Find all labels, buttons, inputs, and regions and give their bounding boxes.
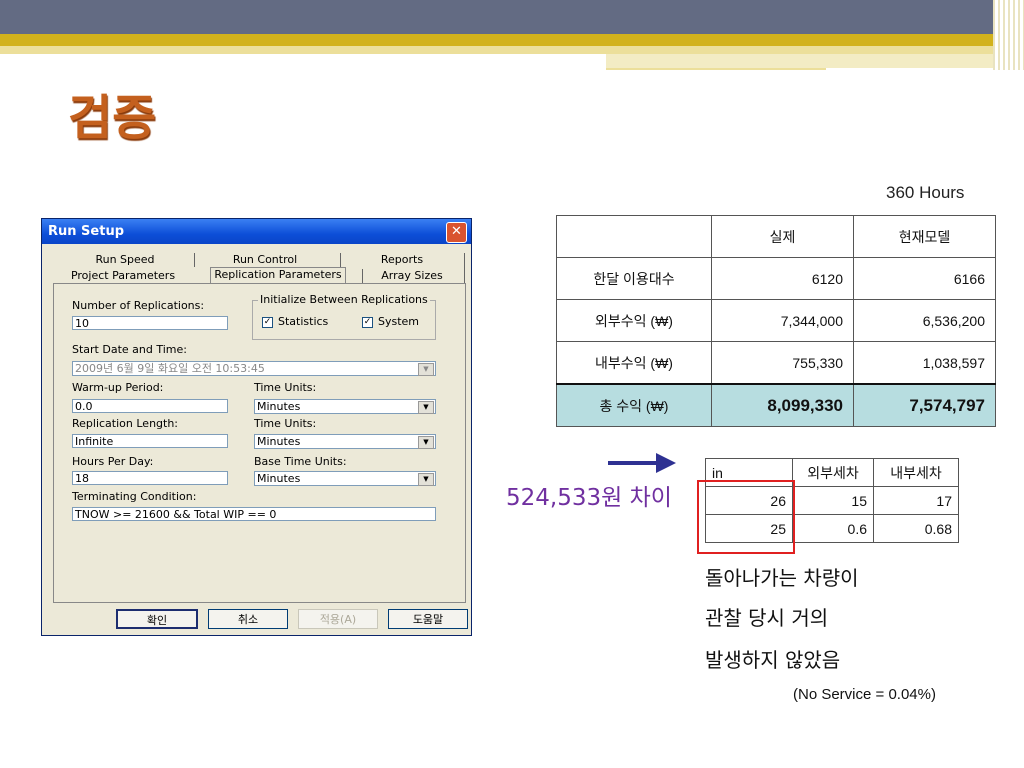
actual-value: 7,344,000 [711, 299, 854, 342]
slide-title: 검증 [68, 90, 157, 146]
note-line: 관찰 당시 거의 [705, 606, 829, 630]
time-units-label: Time Units: [254, 381, 317, 394]
table-row: 내부수익 (₩) 755,330 1,038,597 [556, 341, 996, 385]
dialog-title: Run Setup [48, 224, 125, 239]
note-line: 돌아나가는 차량이 [705, 566, 859, 590]
rep-length-units-select[interactable]: Minutes ▼ [254, 434, 436, 449]
system-label: System [378, 315, 420, 328]
warmup-units-select[interactable]: Minutes ▼ [254, 399, 436, 414]
total-row: 총 수익 (₩) 8,099,330 7,574,797 [556, 383, 996, 427]
base-units-value: Minutes [257, 472, 301, 485]
start-date-label: Start Date and Time: [72, 343, 187, 356]
model-value: 6166 [853, 257, 996, 300]
warmup-input[interactable]: 0.0 [72, 399, 228, 413]
header-cell: 외부세차 [792, 458, 874, 487]
tab-divider [362, 269, 363, 283]
header-cell [556, 215, 712, 258]
tab-project-parameters[interactable]: Project Parameters [62, 269, 184, 283]
chevron-down-icon[interactable]: ▼ [418, 401, 434, 414]
help-button[interactable]: 도움말 [388, 609, 468, 629]
warmup-label: Warm-up Period: [72, 381, 164, 394]
header-stripe [606, 54, 1024, 68]
model-value: 6,536,200 [853, 299, 996, 342]
num-replications-label: Number of Replications: [72, 299, 205, 312]
tab-array-sizes[interactable]: Array Sizes [376, 269, 448, 283]
difference-label: 524,533원 차이 [506, 485, 672, 511]
table-row: 한달 이용대수 6120 6166 [556, 257, 996, 300]
actual-value: 755,330 [711, 341, 854, 385]
num-replications-input[interactable]: 10 [72, 316, 228, 330]
tab-replication-parameters[interactable]: Replication Parameters [210, 267, 346, 284]
rep-length-input[interactable]: Infinite [72, 434, 228, 448]
table-cell: 17 [873, 486, 959, 515]
row-label: 한달 이용대수 [556, 257, 712, 300]
base-units-label: Base Time Units: [254, 455, 347, 468]
dialog-title-bar[interactable]: Run Setup ✕ [42, 219, 471, 244]
table-cell: 0.68 [873, 514, 959, 543]
hours-per-day-label: Hours Per Day: [72, 455, 154, 468]
terminating-label: Terminating Condition: [72, 490, 197, 503]
base-units-select[interactable]: Minutes ▼ [254, 471, 436, 486]
chevron-down-icon[interactable]: ▼ [418, 436, 434, 449]
chevron-down-icon[interactable]: ▼ [418, 363, 434, 376]
row-label: 총 수익 (₩) [556, 383, 712, 427]
cancel-button[interactable]: 취소 [208, 609, 288, 629]
hours-label: 360 Hours [886, 183, 965, 202]
tab-run-speed[interactable]: Run Speed [80, 253, 170, 267]
header-gold-band [0, 34, 1024, 46]
tab-divider [194, 253, 195, 267]
arrow-shaft [608, 461, 658, 465]
table-row: 외부수익 (₩) 7,344,000 6,536,200 [556, 299, 996, 342]
run-setup-dialog: Run Setup ✕ Run Speed Run Control Report… [41, 218, 472, 636]
close-icon[interactable]: ✕ [446, 222, 467, 243]
arrow-right-icon [656, 453, 676, 473]
time-units-label: Time Units: [254, 417, 317, 430]
revenue-comparison-table: 실제 현재모델 한달 이용대수 6120 6166 외부수익 (₩) 7,344… [556, 215, 996, 427]
no-service-note: (No Service = 0.04%) [793, 686, 936, 703]
ok-button[interactable]: 확인 [116, 609, 198, 629]
system-checkbox[interactable]: ✓ [362, 317, 373, 328]
init-group-label: Initialize Between Replications [258, 293, 430, 306]
statistics-label: Statistics [278, 315, 329, 328]
highlight-box [697, 480, 795, 554]
table-cell: 15 [792, 486, 874, 515]
header-edge-stripes [993, 0, 1024, 70]
table-cell: 0.6 [792, 514, 874, 543]
tab-divider [340, 253, 341, 267]
terminating-input[interactable]: TNOW >= 21600 && Total WIP == 0 [72, 507, 436, 521]
actual-value: 8,099,330 [711, 383, 854, 427]
actual-value: 6120 [711, 257, 854, 300]
statistics-checkbox[interactable]: ✓ [262, 317, 273, 328]
chevron-down-icon[interactable]: ▼ [418, 473, 434, 486]
tab-reports[interactable]: Reports [362, 253, 442, 267]
warmup-units-value: Minutes [257, 400, 301, 413]
model-value: 1,038,597 [853, 341, 996, 385]
hours-per-day-input[interactable]: 18 [72, 471, 228, 485]
header-pale-band [0, 46, 1024, 54]
start-date-value: 2009년 6월 9일 화요일 오전 10:53:45 [75, 362, 265, 375]
row-label: 내부수익 (₩) [556, 341, 712, 385]
header-bar [0, 0, 1024, 34]
model-value: 7,574,797 [853, 383, 996, 427]
note-line: 발생하지 않았음 [705, 648, 841, 672]
header-cell: 실제 [711, 215, 854, 258]
header-cell: 내부세차 [873, 458, 959, 487]
rep-length-units-value: Minutes [257, 435, 301, 448]
start-date-picker[interactable]: 2009년 6월 9일 화요일 오전 10:53:45 ▼ [72, 361, 436, 376]
header-cell: 현재모델 [853, 215, 996, 258]
tab-run-control[interactable]: Run Control [220, 253, 310, 267]
rep-length-label: Replication Length: [72, 417, 179, 430]
header-line [606, 68, 826, 70]
row-label: 외부수익 (₩) [556, 299, 712, 342]
apply-button[interactable]: 적용(A) [298, 609, 378, 629]
tab-divider [464, 253, 465, 283]
table-header-row: 실제 현재모델 [556, 215, 996, 258]
